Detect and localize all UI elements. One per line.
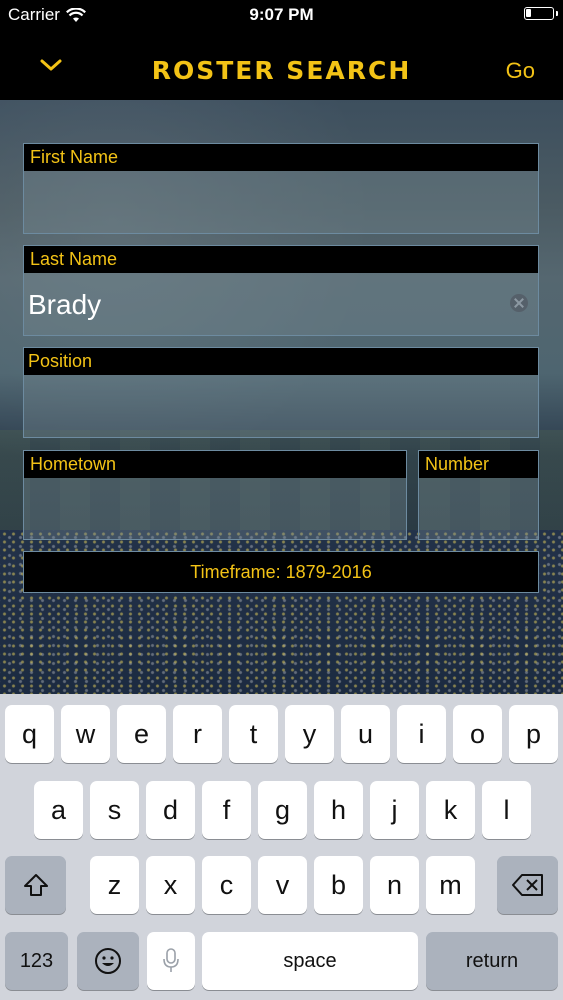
key-h[interactable]: h [314, 781, 363, 839]
key-q[interactable]: q [5, 705, 54, 763]
key-g[interactable]: g [258, 781, 307, 839]
last-name-field[interactable]: Last Name [23, 245, 539, 336]
hometown-label: Hometown [24, 451, 406, 478]
key-d[interactable]: d [146, 781, 195, 839]
key-x[interactable]: x [146, 856, 195, 914]
microphone-icon [163, 948, 179, 972]
last-name-input[interactable] [28, 276, 498, 334]
number-label: Number [419, 451, 538, 478]
position-label: Position [24, 348, 538, 375]
dictation-key[interactable] [147, 932, 195, 990]
delete-key[interactable] [497, 856, 558, 914]
backspace-icon [511, 874, 543, 896]
key-b[interactable]: b [314, 856, 363, 914]
key-o[interactable]: o [453, 705, 502, 763]
return-key[interactable]: return [426, 932, 558, 990]
key-u[interactable]: u [341, 705, 390, 763]
key-y[interactable]: y [285, 705, 334, 763]
position-input[interactable] [28, 378, 498, 436]
keyboard: q w e r t y u i o p a s d f g h j k l z … [0, 694, 563, 1000]
key-l[interactable]: l [482, 781, 531, 839]
first-name-label: First Name [24, 144, 538, 171]
clear-icon[interactable] [510, 294, 528, 312]
number-field[interactable]: Number [418, 450, 539, 540]
timeframe-button[interactable]: Timeframe: 1879-2016 [23, 551, 539, 593]
status-bar: Carrier 9:07 PM [0, 0, 563, 30]
key-j[interactable]: j [370, 781, 419, 839]
emoji-key[interactable] [77, 932, 139, 990]
first-name-input[interactable] [28, 174, 498, 232]
hometown-field[interactable]: Hometown [23, 450, 407, 540]
battery-icon [524, 7, 558, 20]
key-v[interactable]: v [258, 856, 307, 914]
key-n[interactable]: n [370, 856, 419, 914]
key-t[interactable]: t [229, 705, 278, 763]
position-field[interactable]: Position [23, 347, 539, 438]
key-p[interactable]: p [509, 705, 558, 763]
key-c[interactable]: c [202, 856, 251, 914]
number-input[interactable] [423, 481, 534, 539]
shift-key[interactable] [5, 856, 66, 914]
space-key[interactable]: space [202, 932, 418, 990]
last-name-label: Last Name [24, 246, 538, 273]
status-time: 9:07 PM [249, 5, 314, 24]
key-m[interactable]: m [426, 856, 475, 914]
shift-icon [23, 874, 48, 896]
first-name-field[interactable]: First Name [23, 143, 539, 234]
hometown-input[interactable] [28, 481, 366, 539]
nav-bar: ROSTER SEARCH Go [0, 30, 563, 100]
key-e[interactable]: e [117, 705, 166, 763]
key-r[interactable]: r [173, 705, 222, 763]
key-i[interactable]: i [397, 705, 446, 763]
key-z[interactable]: z [90, 856, 139, 914]
key-s[interactable]: s [90, 781, 139, 839]
key-w[interactable]: w [61, 705, 110, 763]
key-k[interactable]: k [426, 781, 475, 839]
key-f[interactable]: f [202, 781, 251, 839]
numbers-key[interactable]: 123 [5, 932, 68, 990]
go-button[interactable]: Go [506, 58, 535, 84]
key-a[interactable]: a [34, 781, 83, 839]
emoji-icon [95, 948, 121, 974]
